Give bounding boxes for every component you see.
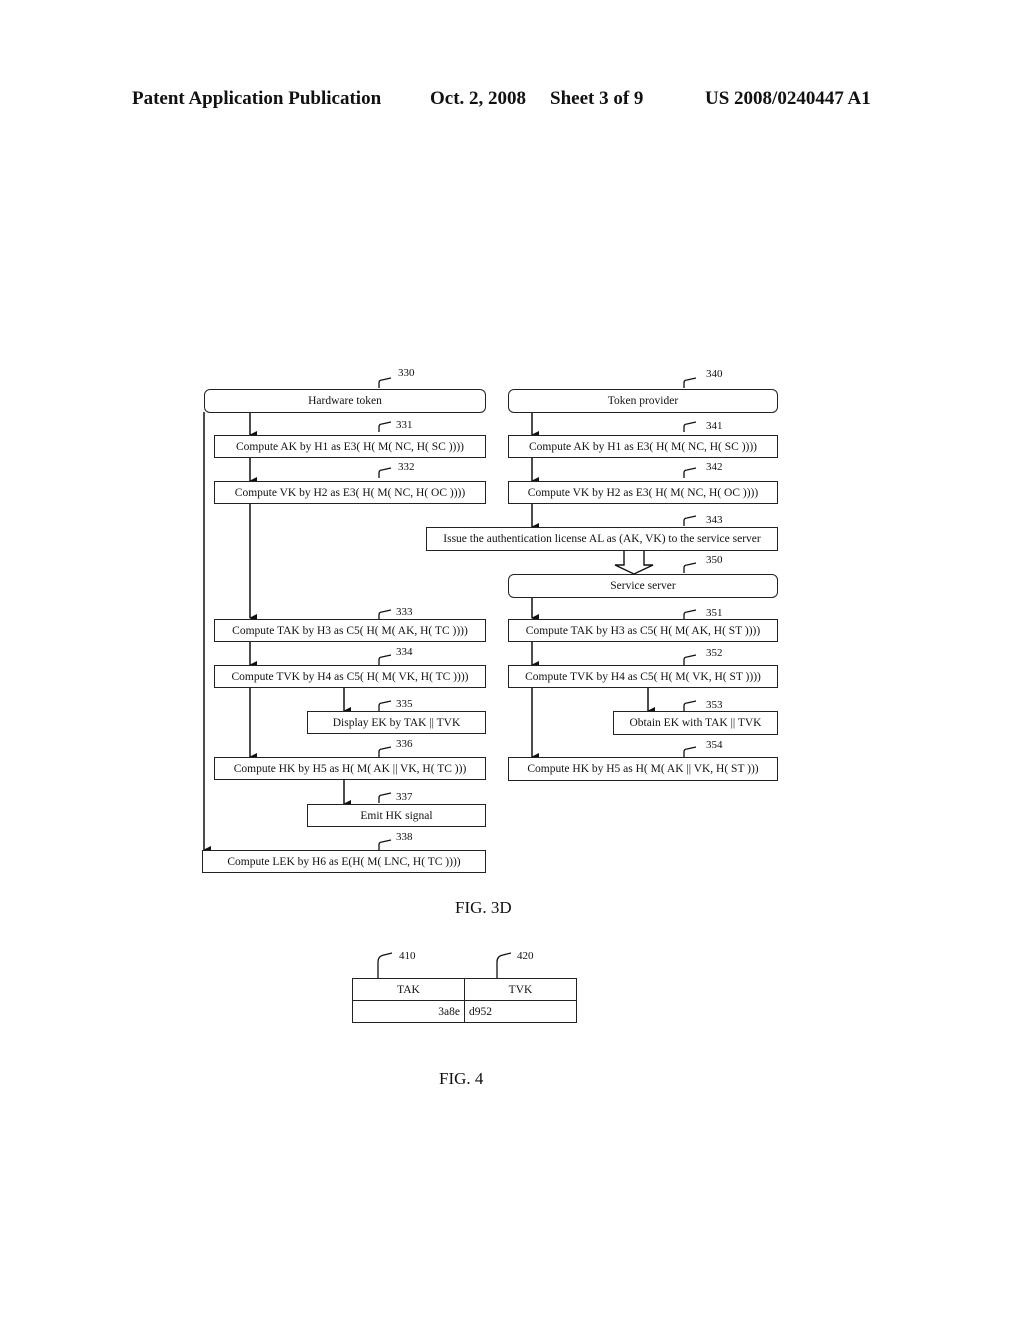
ref-336: 336 <box>396 738 413 750</box>
step-342-box: Compute VK by H2 as E3( H( M( NC, H( OC … <box>508 481 778 504</box>
key-table: TAK TVK 3a8e d952 <box>352 978 577 1023</box>
table-row: 3a8e d952 <box>352 1000 577 1023</box>
ref-350: 350 <box>706 554 723 566</box>
ref-351: 351 <box>706 607 723 619</box>
ref-420: 420 <box>517 950 534 962</box>
step-352-box: Compute TVK by H4 as C5( H( M( VK, H( ST… <box>508 665 778 688</box>
ref-335: 335 <box>396 698 413 710</box>
ref-341: 341 <box>706 420 723 432</box>
ref-410: 410 <box>399 950 416 962</box>
step-336-box: Compute HK by H5 as H( M( AK || VK, H( T… <box>214 757 486 780</box>
step-353-box: Obtain EK with TAK || TVK <box>613 711 778 735</box>
ref-333: 333 <box>396 606 413 618</box>
step-335-box: Display EK by TAK || TVK <box>307 711 486 734</box>
service-server-box: Service server <box>508 574 778 598</box>
flow-connectors <box>203 377 697 978</box>
ref-338: 338 <box>396 831 413 843</box>
ref-340: 340 <box>706 368 723 380</box>
step-351-box: Compute TAK by H3 as C5( H( M( AK, H( ST… <box>508 619 778 642</box>
step-332-box: Compute VK by H2 as E3( H( M( NC, H( OC … <box>214 481 486 504</box>
ref-332: 332 <box>398 461 415 473</box>
figure-caption-4: FIG. 4 <box>439 1069 484 1088</box>
ref-337: 337 <box>396 791 413 803</box>
step-354-box: Compute HK by H5 as H( M( AK || VK, H( S… <box>508 757 778 781</box>
table-header-row: TAK TVK <box>352 978 577 1001</box>
ref-343: 343 <box>706 514 723 526</box>
step-343-box: Issue the authentication license AL as (… <box>426 527 778 551</box>
hardware-token-box: Hardware token <box>204 389 486 413</box>
column-header-tak: TAK <box>352 978 465 1001</box>
ref-330: 330 <box>398 367 415 379</box>
step-331-box: Compute AK by H1 as E3( H( M( NC, H( SC … <box>214 435 486 458</box>
ref-342: 342 <box>706 461 723 473</box>
step-337-box: Emit HK signal <box>307 804 486 827</box>
figure-caption-3d: FIG. 3D <box>455 898 512 917</box>
step-334-box: Compute TVK by H4 as C5( H( M( VK, H( TC… <box>214 665 486 688</box>
ref-354: 354 <box>706 739 723 751</box>
tak-value: 3a8e <box>352 1000 465 1023</box>
hollow-arrow-343-350 <box>614 551 654 575</box>
ref-353: 353 <box>706 699 723 711</box>
ref-352: 352 <box>706 647 723 659</box>
column-header-tvk: TVK <box>464 978 577 1001</box>
ref-334: 334 <box>396 646 413 658</box>
tvk-value: d952 <box>464 1000 577 1023</box>
token-provider-box: Token provider <box>508 389 778 413</box>
ref-331: 331 <box>396 419 413 431</box>
step-338-box: Compute LEK by H6 as E(H( M( LNC, H( TC … <box>202 850 486 873</box>
step-341-box: Compute AK by H1 as E3( H( M( NC, H( SC … <box>508 435 778 458</box>
step-333-box: Compute TAK by H3 as C5( H( M( AK, H( TC… <box>214 619 486 642</box>
